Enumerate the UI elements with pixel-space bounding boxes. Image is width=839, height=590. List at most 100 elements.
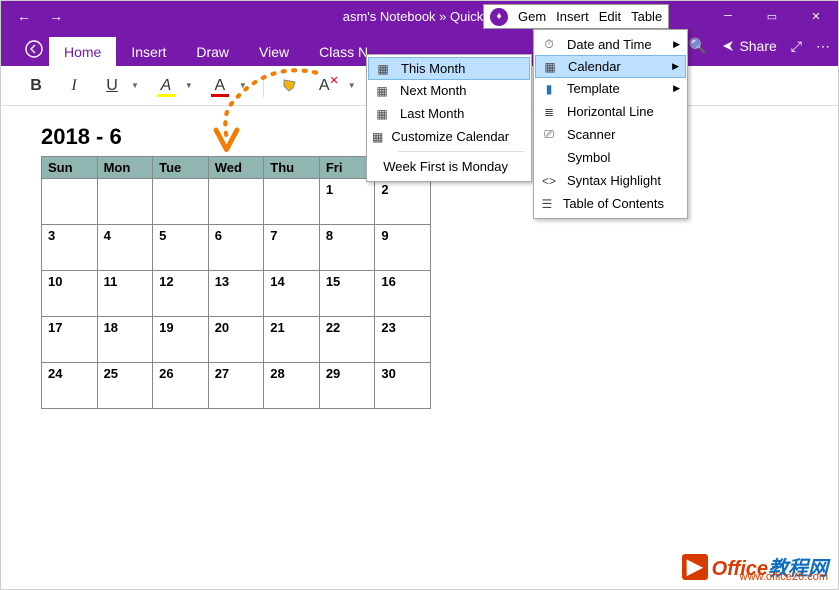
nav-forward-button[interactable]: →	[43, 3, 69, 29]
calendar-icon: ▦	[373, 60, 393, 78]
calendar-cell[interactable]: 3	[42, 225, 98, 271]
calendar-cell[interactable]: 21	[264, 317, 320, 363]
highlight-button[interactable]: A	[149, 71, 183, 101]
menu-calendar[interactable]: ▦ Calendar ▶	[535, 55, 686, 78]
calendar-table: Sun Mon Tue Wed Thu Fri Sat 123456789101…	[41, 156, 431, 409]
line-icon: ≣	[539, 103, 559, 121]
day-tue: Tue	[153, 157, 209, 179]
day-thu: Thu	[264, 157, 320, 179]
menu-table-of-contents[interactable]: ☰ Table of Contents	[535, 192, 686, 215]
underline-dropdown[interactable]: ▼	[131, 81, 139, 90]
tab-home[interactable]: Home	[49, 37, 116, 66]
gem-menu-table[interactable]: Table	[631, 9, 662, 24]
ribbon-back-button[interactable]	[19, 31, 49, 66]
calendar-cell[interactable]: 10	[42, 271, 98, 317]
menu-horizontal-line[interactable]: ≣ Horizontal Line	[535, 100, 686, 123]
fontcolor-button[interactable]: A	[203, 71, 237, 101]
clock-icon: ⏱	[539, 36, 559, 54]
window-title: asm's Notebook » Quick N	[343, 9, 497, 24]
watermark-url: www.office26.com	[740, 571, 828, 583]
gem-menu-gem[interactable]: Gem	[518, 9, 546, 24]
calendar-cell[interactable]: 7	[264, 225, 320, 271]
calendar-cell[interactable]: 9	[375, 225, 431, 271]
menu-this-month[interactable]: ▦ This Month	[368, 57, 530, 80]
fontcolor-dropdown[interactable]: ▼	[239, 81, 247, 90]
calendar-cell[interactable]	[97, 179, 153, 225]
bold-button[interactable]: B	[19, 71, 53, 101]
gem-menubar: ♦ Gem Insert Edit Table	[483, 4, 669, 29]
tab-view[interactable]: View	[244, 37, 304, 66]
menu-template[interactable]: ▮ Template ▶	[535, 77, 686, 100]
menu-date-time[interactable]: ⏱ Date and Time ▶	[535, 33, 686, 56]
share-label: Share	[739, 38, 776, 54]
scanner-icon: ⎚	[539, 126, 559, 144]
calendar-cell[interactable]: 22	[319, 317, 375, 363]
calendar-cell[interactable]: 15	[319, 271, 375, 317]
calendar-cell[interactable]	[42, 179, 98, 225]
maximize-button[interactable]: ▭	[750, 1, 794, 31]
calendar-cell[interactable]: 24	[42, 363, 98, 409]
calendar-cell[interactable]: 11	[97, 271, 153, 317]
calendar-cell[interactable]: 2	[375, 179, 431, 225]
calendar-cell[interactable]: 18	[97, 317, 153, 363]
calendar-cell[interactable]: 12	[153, 271, 209, 317]
calendar-cell[interactable]: 5	[153, 225, 209, 271]
nav-back-button[interactable]: ←	[11, 3, 37, 29]
search-icon[interactable]: 🔍	[689, 37, 708, 55]
italic-button[interactable]: I	[57, 71, 91, 101]
calendar-cell[interactable]: 28	[264, 363, 320, 409]
calendar-cell[interactable]	[264, 179, 320, 225]
submenu-arrow-icon: ▶	[672, 61, 679, 72]
calendar-cell[interactable]: 4	[97, 225, 153, 271]
calendar-cell[interactable]: 13	[208, 271, 264, 317]
calendar-icon: ▦	[540, 58, 560, 76]
share-button[interactable]: Share	[721, 38, 776, 54]
calendar-submenu: ▦ This Month ▦ Next Month ▦ Last Month ▦…	[366, 54, 532, 182]
calendar-cell[interactable]: 23	[375, 317, 431, 363]
calendar-cell[interactable]	[153, 179, 209, 225]
menu-customize-calendar[interactable]: ▦ Customize Calendar	[368, 125, 530, 148]
more-button[interactable]: ⋯	[816, 38, 830, 55]
calendar-cell[interactable]: 27	[208, 363, 264, 409]
calendar-cell[interactable]: 6	[208, 225, 264, 271]
close-button[interactable]: ✕	[794, 1, 838, 31]
calendar-cell[interactable]: 14	[264, 271, 320, 317]
calendar-row: 10111213141516	[42, 271, 431, 317]
clear-format-button[interactable]: A✕	[312, 71, 346, 101]
underline-button[interactable]: U	[95, 71, 129, 101]
calendar-cell[interactable]: 29	[319, 363, 375, 409]
titlebar: ← → asm's Notebook » Quick N ─ ▭ ✕	[1, 1, 838, 31]
calendar-cell[interactable]: 17	[42, 317, 98, 363]
calendar-cell[interactable]: 19	[153, 317, 209, 363]
calendar-cell[interactable]	[208, 179, 264, 225]
calendar-row: 17181920212223	[42, 317, 431, 363]
code-icon: <>	[539, 172, 559, 190]
calendar-cell[interactable]: 26	[153, 363, 209, 409]
menu-symbol[interactable]: Symbol	[535, 146, 686, 169]
calendar-cell[interactable]: 16	[375, 271, 431, 317]
format-painter-button[interactable]	[274, 71, 308, 101]
day-sun: Sun	[42, 157, 98, 179]
list-icon: ☰	[539, 195, 555, 213]
calendar-cell[interactable]: 30	[375, 363, 431, 409]
calendar-cell[interactable]: 1	[319, 179, 375, 225]
menu-last-month[interactable]: ▦ Last Month	[368, 102, 530, 125]
calendar-row: 24252627282930	[42, 363, 431, 409]
menu-scanner[interactable]: ⎚ Scanner	[535, 123, 686, 146]
tab-draw[interactable]: Draw	[181, 37, 244, 66]
calendar-cell[interactable]: 8	[319, 225, 375, 271]
share-icon	[721, 39, 735, 53]
menu-next-month[interactable]: ▦ Next Month	[368, 79, 530, 102]
minimize-button[interactable]: ─	[706, 1, 750, 31]
calendar-icon: ▦	[372, 82, 392, 100]
gem-menu-edit[interactable]: Edit	[599, 9, 621, 24]
highlight-dropdown[interactable]: ▼	[185, 81, 193, 90]
gem-menu-insert[interactable]: Insert	[556, 9, 589, 24]
menu-week-first-monday[interactable]: Week First is Monday	[368, 155, 530, 178]
menu-syntax-highlight[interactable]: <> Syntax Highlight	[535, 169, 686, 192]
tab-insert[interactable]: Insert	[116, 37, 181, 66]
clear-format-dropdown[interactable]: ▼	[348, 81, 356, 90]
fullscreen-button[interactable]: ⤢	[791, 38, 802, 55]
calendar-cell[interactable]: 20	[208, 317, 264, 363]
calendar-cell[interactable]: 25	[97, 363, 153, 409]
